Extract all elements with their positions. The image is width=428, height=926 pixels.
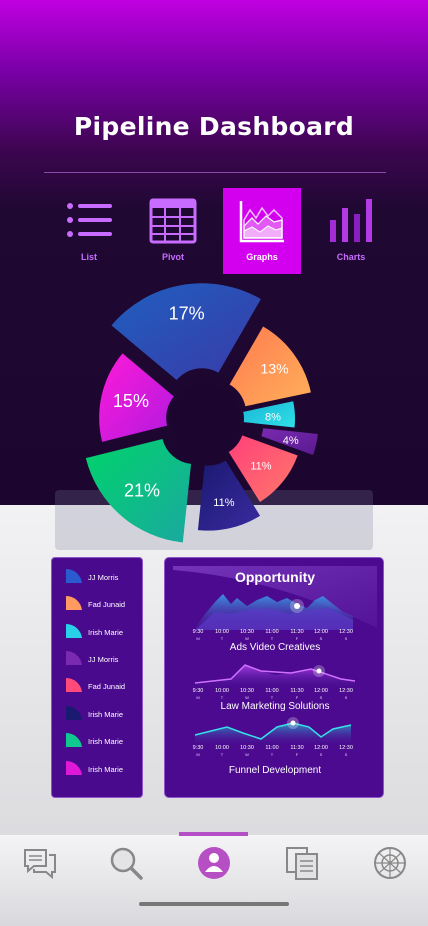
legend-label: Irish Marie	[88, 737, 124, 746]
day-tick-label: S	[319, 695, 323, 700]
legend-label: Fad Junaid	[88, 600, 126, 609]
time-tick-label: 12:30	[339, 745, 353, 751]
day-tick-label: S	[344, 752, 348, 757]
documents-icon[interactable]	[284, 846, 320, 880]
time-axis: 9:30 M 10:00 T 10:30 W 11:00 T 11:30 F 12:00 S 12:30…	[165, 629, 383, 643]
legend-panel: JJ Morris Fad Junaid Irish Marie JJ Morris F…	[51, 557, 143, 798]
day-tick-label: T	[220, 752, 224, 757]
time-tick-label: 12:00	[314, 688, 328, 694]
day-tick-label: M	[196, 695, 200, 700]
day-tick-label: S	[319, 752, 323, 757]
pie-slice-label: 17%	[169, 304, 205, 324]
time-tick-label: 12:00	[314, 629, 328, 635]
opportunity-title: Opportunity	[234, 569, 316, 585]
tab-list[interactable]: List	[50, 188, 128, 274]
globe-icon[interactable]	[372, 846, 408, 880]
time-tick-label: 11:30	[290, 688, 304, 694]
pie-slice-label: 13%	[261, 360, 289, 376]
day-tick-label: W	[245, 695, 249, 700]
day-tick-label: T	[220, 636, 224, 641]
title-divider	[44, 172, 386, 173]
series-label: Law Marketing Solutions	[220, 701, 330, 712]
tab-pivot[interactable]: Pivot	[134, 188, 212, 274]
day-tick-label: T	[270, 695, 274, 700]
time-tick-label: 10:30	[240, 745, 254, 751]
time-tick-label: 9:30	[192, 745, 204, 751]
legend-label: Irish Marie	[88, 628, 124, 637]
legend-swatch-icon	[66, 705, 82, 720]
time-tick-label: 10:30	[240, 688, 254, 694]
legend-swatch-icon	[66, 760, 82, 775]
legend-swatch-icon	[66, 595, 82, 610]
legend-label: Irish Marie	[88, 710, 124, 719]
time-axis: 9:30 M 10:00 T 10:30 W 11:00 T 11:30 F 12:00 S 12:30…	[165, 688, 383, 702]
series-label: Funnel Development	[228, 765, 322, 776]
day-tick-label: T	[270, 636, 274, 641]
time-tick-label: 12:30	[339, 629, 353, 635]
pie-slice-label: 15%	[113, 391, 149, 411]
pie-slice-label: 21%	[124, 480, 160, 500]
tab-list-label: List	[80, 252, 97, 262]
day-tick-label: W	[245, 752, 249, 757]
pie-slice-label: 4%	[283, 435, 299, 447]
tab-graphs-label: Graphs	[246, 252, 278, 262]
series-label: Ads Video Creatives	[229, 642, 321, 653]
time-tick-label: 11:00	[265, 688, 279, 694]
page-title: Pipeline Dashboard	[73, 112, 355, 141]
time-tick-label: 11:30	[290, 629, 304, 635]
chat-icon[interactable]	[22, 846, 58, 880]
legend-swatch-icon	[66, 623, 82, 638]
day-tick-label: S	[344, 636, 348, 641]
day-tick-label: T	[270, 752, 274, 757]
pie-slice-label: 11%	[213, 497, 234, 509]
table-icon	[149, 198, 197, 244]
legend-label: JJ Morris	[88, 655, 119, 664]
day-tick-label: S	[344, 695, 348, 700]
legend-swatch-icon	[66, 677, 82, 692]
day-tick-label: T	[220, 695, 224, 700]
legend-label: JJ Morris	[88, 573, 119, 582]
time-tick-label: 11:00	[265, 629, 279, 635]
time-tick-label: 9:30	[192, 688, 204, 694]
legend-label: Irish Marie	[88, 765, 124, 774]
tab-charts[interactable]: Charts	[312, 188, 390, 274]
time-tick-label: 12:00	[314, 745, 328, 751]
day-tick-label: F	[295, 695, 299, 700]
list-icon	[67, 203, 112, 237]
time-tick-label: 9:30	[192, 629, 204, 635]
active-tab-indicator	[179, 832, 248, 836]
time-tick-label: 10:00	[215, 629, 229, 635]
day-tick-label: F	[295, 636, 299, 641]
search-icon[interactable]	[108, 846, 144, 880]
pie-center-hole	[170, 384, 240, 454]
day-tick-label: W	[245, 636, 249, 641]
tab-pivot-label: Pivot	[161, 252, 184, 262]
legend-swatch-icon	[66, 732, 82, 747]
time-tick-label: 10:30	[240, 629, 254, 635]
pipeline-pie-chart: 17% 13% 8%4% 11% 11% 21% 15%	[85, 283, 318, 543]
tab-graphs[interactable]: Graphs	[223, 188, 301, 274]
time-tick-label: 11:30	[290, 745, 304, 751]
day-tick-label: S	[319, 636, 323, 641]
time-axis: 9:30 M 10:00 T 10:30 W 11:00 T 11:30 F 12:00 S 12:30…	[165, 745, 383, 759]
home-indicator[interactable]	[139, 902, 289, 906]
day-tick-label: M	[196, 636, 200, 641]
time-tick-label: 12:30	[339, 688, 353, 694]
pie-slice-label: 11%	[250, 460, 271, 472]
area-graph-icon	[239, 201, 284, 243]
pie-slice-label: 8%	[265, 411, 281, 423]
time-tick-label: 10:00	[215, 745, 229, 751]
day-tick-label: M	[196, 752, 200, 757]
time-tick-label: 10:00	[215, 688, 229, 694]
user-icon[interactable]	[196, 846, 232, 880]
legend-swatch-icon	[66, 568, 82, 583]
opportunity-panel: Opportunity 9:30 M 10:00 T 10:30 W 11:00 T 11:30…	[164, 557, 384, 798]
legend-label: Fad Junaid	[88, 682, 126, 691]
legend-swatch-icon	[66, 650, 82, 665]
bar-chart-icon	[330, 199, 372, 242]
day-tick-label: F	[295, 752, 299, 757]
time-tick-label: 11:00	[265, 745, 279, 751]
tab-charts-label: Charts	[336, 252, 366, 262]
